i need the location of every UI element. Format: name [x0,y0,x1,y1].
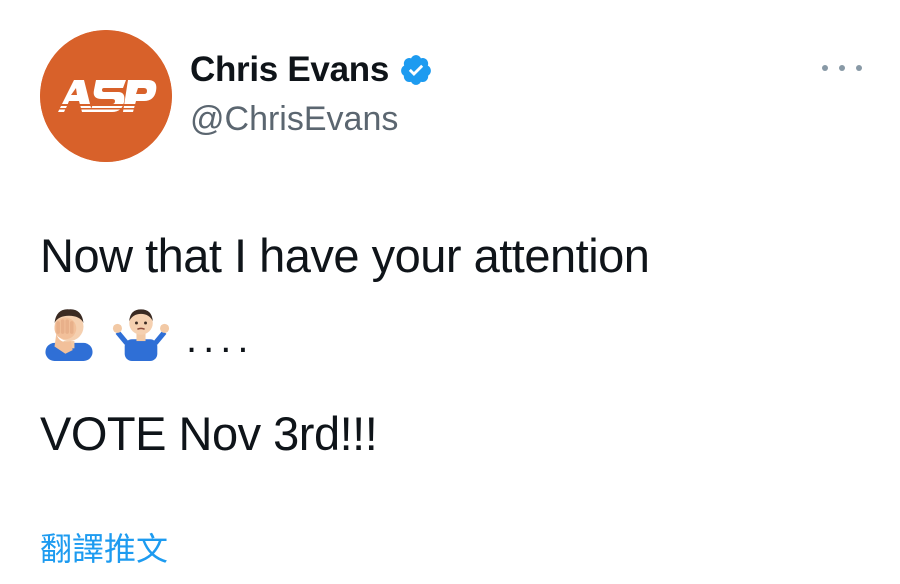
tweet-emoji-line: .... [40,300,880,364]
more-options-button[interactable] [822,56,862,80]
tweet-text-line: Now that I have your attention [40,229,650,282]
author-handle[interactable]: @ChrisEvans [190,100,398,139]
more-icon [856,65,862,71]
more-icon [822,65,828,71]
tweet-text-line: VOTE Nov 3rd!!! [40,407,378,460]
avatar[interactable] [40,30,172,162]
face-palm-emoji [45,309,93,361]
tweet-card: Chris Evans @ChrisEvans Now that I have … [0,0,900,584]
shrug-emoji [112,309,170,361]
display-name[interactable]: Chris Evans [190,50,389,90]
asp-logo-icon [40,30,172,162]
more-icon [839,65,845,71]
ellipsis-text: .... [186,317,255,361]
author-name-row: Chris Evans [190,50,433,90]
verified-badge-icon [401,55,431,85]
translate-tweet-link[interactable]: 翻譯推文 [40,524,168,570]
